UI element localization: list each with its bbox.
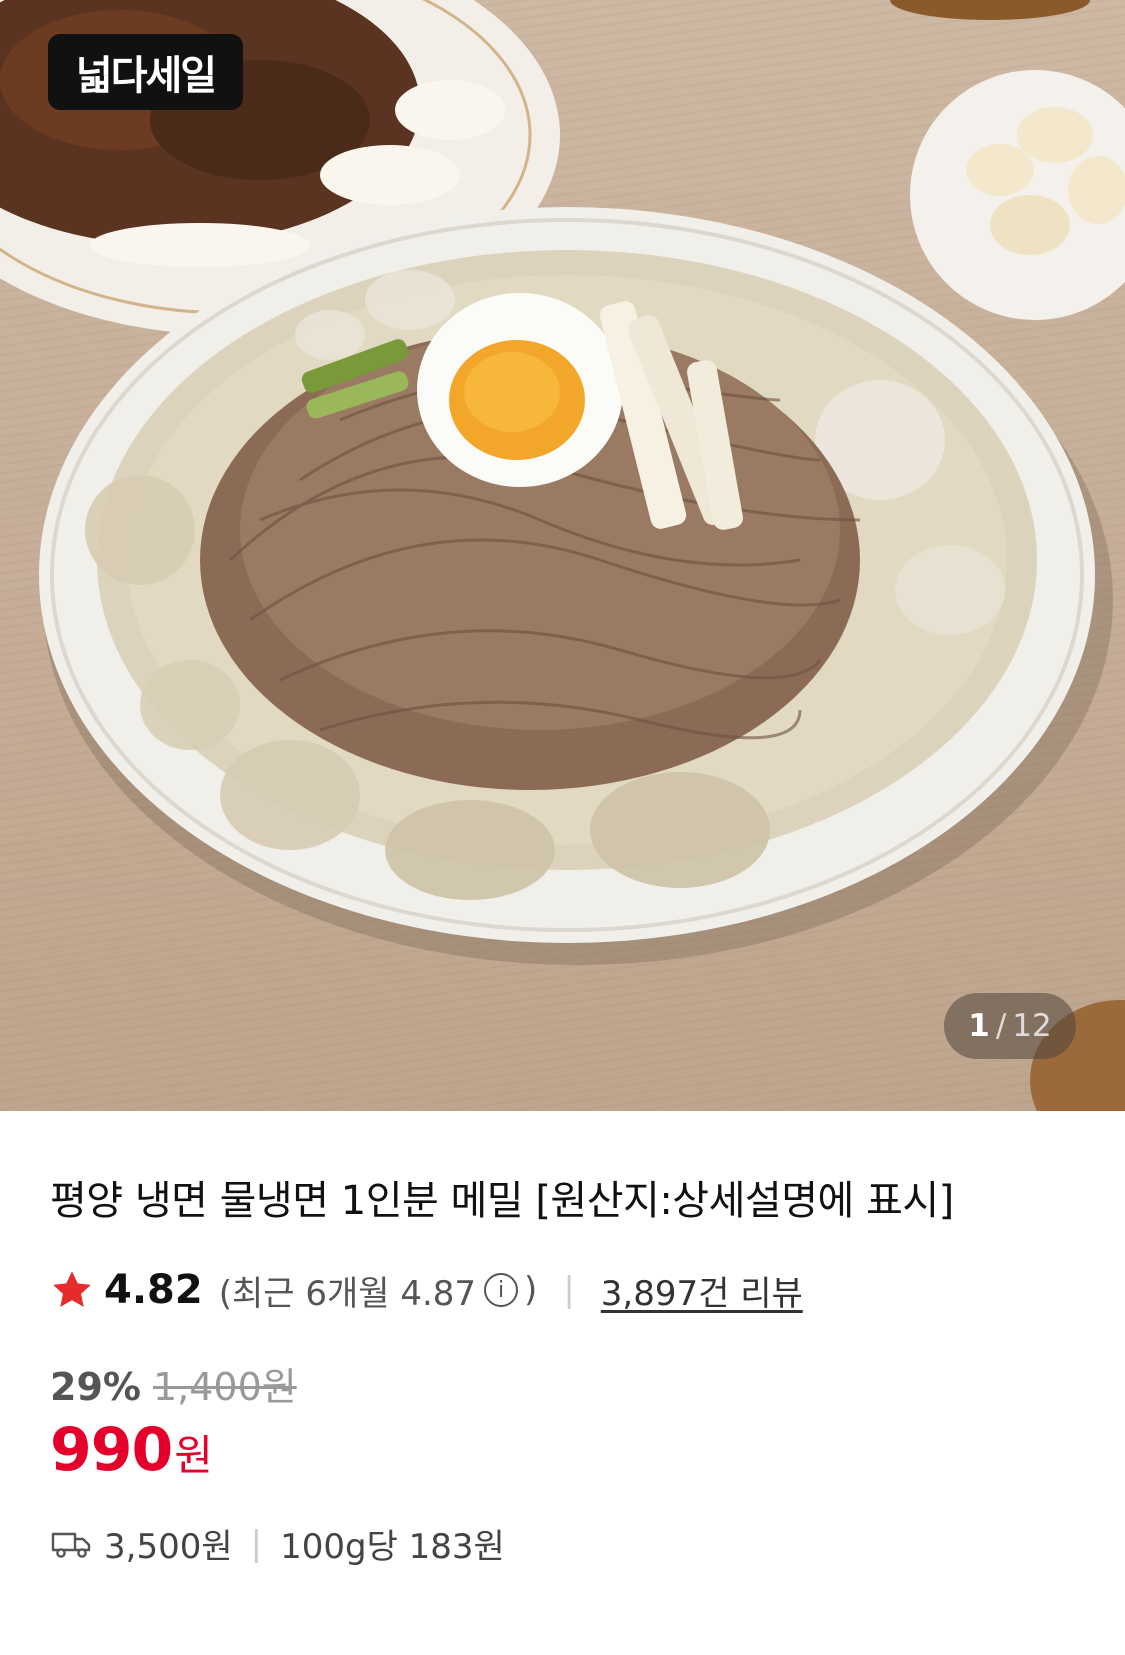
price-row: 990 원 bbox=[50, 1415, 1075, 1485]
product-photo bbox=[0, 0, 1125, 1111]
image-counter-current: 1 bbox=[968, 1008, 990, 1044]
discount-row: 29% 1,400원 bbox=[50, 1356, 1075, 1411]
shipping-row: 3,500원 | 100g당 183원 bbox=[50, 1519, 1075, 1568]
product-image-carousel[interactable]: 넓다세일 1 / 12 bbox=[0, 0, 1125, 1111]
recent-rating: (최근 6개월 4.87 i ) bbox=[219, 1266, 538, 1315]
shipping-fee: 3,500원 bbox=[104, 1527, 233, 1567]
review-count-link[interactable]: 3,897건 리뷰 bbox=[601, 1266, 803, 1315]
sale-price: 990 bbox=[50, 1415, 173, 1485]
star-icon bbox=[53, 1271, 91, 1307]
original-price: 1,400원 bbox=[152, 1365, 297, 1409]
rating-score: 4.82 bbox=[104, 1267, 203, 1313]
product-title: 평양 냉면 물냉면 1인분 메밀 [원산지:상세설명에 표시] bbox=[50, 1178, 954, 1224]
divider: | bbox=[563, 1270, 575, 1310]
product-info: 평양 냉면 물냉면 1인분 메밀 [원산지:상세설명에 표시] 4.82 (최근… bbox=[0, 1111, 1125, 1568]
rating-row: 4.82 (최근 6개월 4.87 i ) | 3,897건 리뷰 bbox=[50, 1262, 1075, 1318]
recent-rating-text: (최근 6개월 4.87 bbox=[218, 1273, 477, 1314]
divider: | bbox=[250, 1523, 263, 1564]
image-counter-separator: / bbox=[995, 1008, 1007, 1044]
image-counter-total: 12 bbox=[1012, 1008, 1052, 1044]
info-icon[interactable]: i bbox=[484, 1273, 519, 1307]
recent-rating-close: ) bbox=[524, 1270, 538, 1310]
sale-badge: 넓다세일 bbox=[48, 34, 243, 110]
discount-rate: 29% bbox=[50, 1365, 141, 1409]
sale-price-unit: 원 bbox=[174, 1431, 213, 1480]
truck-icon bbox=[51, 1532, 91, 1558]
image-counter: 1 / 12 bbox=[944, 993, 1076, 1059]
unit-price: 100g당 183원 bbox=[280, 1527, 505, 1567]
